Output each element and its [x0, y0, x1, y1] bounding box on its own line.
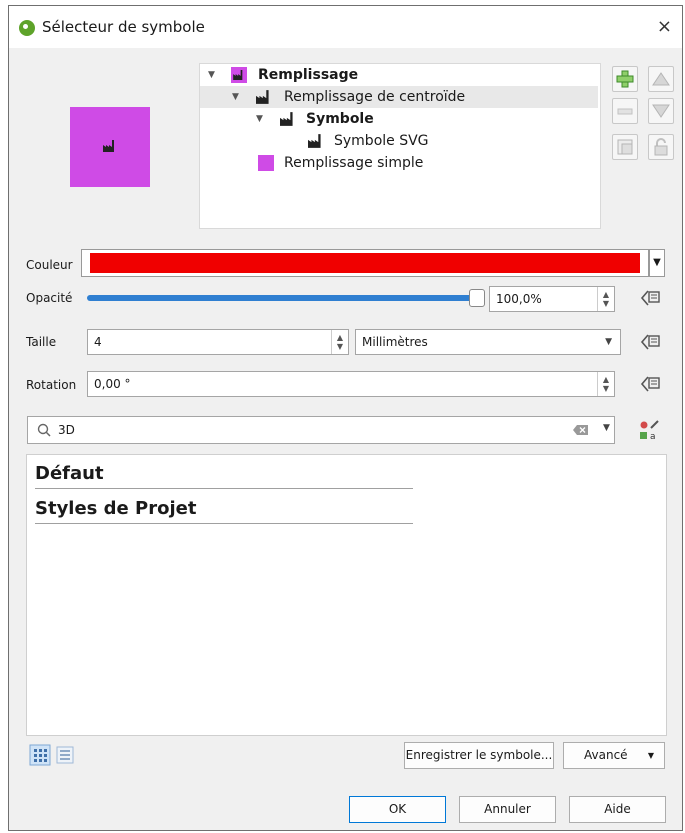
tree-item-label: Symbole: [306, 111, 374, 127]
symbol-search-input[interactable]: 3D ▼: [27, 416, 615, 444]
factory-icon: [103, 140, 114, 152]
color-swatch: [90, 253, 640, 273]
group-header-styles-projet[interactable]: Styles de Projet: [35, 498, 196, 519]
search-icon: [37, 423, 51, 437]
factory-swatch-icon: [231, 67, 247, 83]
expand-caret-icon[interactable]: ▼: [232, 86, 239, 108]
tree-item-remplissage-centroide[interactable]: ▼ Remplissage de centroïde: [200, 86, 598, 108]
tree-item-label: Symbole SVG: [334, 133, 429, 149]
rotation-spinbox[interactable]: 0,00 ° ▲ ▼: [87, 371, 615, 397]
chevron-down-icon: ▼: [647, 751, 654, 760]
color-dropdown-button[interactable]: ▼: [649, 249, 665, 277]
icon-view-icon[interactable]: [29, 744, 51, 766]
factory-icon: [256, 90, 269, 104]
expand-caret-icon[interactable]: ▼: [256, 108, 263, 130]
unit-select[interactable]: Millimètres ▼: [355, 329, 621, 355]
lock-layer-button[interactable]: [648, 134, 674, 160]
group-divider: [35, 523, 413, 524]
chevron-down-icon[interactable]: ▼: [603, 423, 610, 433]
tree-item-remplissage-simple[interactable]: Remplissage simple: [200, 152, 598, 174]
data-defined-override-icon[interactable]: [639, 375, 661, 393]
unit-value: Millimètres: [362, 335, 428, 349]
minus-icon: [617, 108, 633, 115]
chevron-down-icon: ▼: [605, 337, 612, 347]
advanced-menu-button[interactable]: Avancé ▼: [563, 742, 665, 769]
group-divider: [35, 488, 413, 489]
tree-item-label: Remplissage simple: [284, 155, 424, 171]
size-value: 4: [94, 335, 102, 349]
tree-item-symbole-svg[interactable]: Symbole SVG: [200, 130, 598, 152]
remove-layer-button[interactable]: [612, 98, 638, 124]
lock-icon: [654, 138, 668, 156]
window-title: Sélecteur de symbole: [42, 18, 205, 36]
factory-icon: [280, 112, 293, 126]
color-button[interactable]: [81, 249, 649, 277]
expand-caret-icon[interactable]: ▼: [208, 64, 215, 86]
opacity-label: Opacité: [26, 291, 73, 305]
tree-item-symbole[interactable]: ▼ Symbole: [200, 108, 598, 130]
data-defined-override-icon[interactable]: [639, 289, 661, 307]
swatch-icon: [258, 155, 274, 171]
color-label: Couleur: [26, 258, 73, 272]
duplicate-icon: [617, 139, 633, 155]
rotation-label: Rotation: [26, 378, 77, 392]
plus-icon: [616, 70, 634, 88]
tree-item-label: Remplissage: [258, 67, 359, 83]
symbol-preview: [70, 107, 150, 187]
opacity-spinbox[interactable]: 100,0% ▲ ▼: [489, 286, 615, 312]
factory-icon: [308, 134, 321, 148]
symbol-selector-dialog: Sélecteur de symbole × ▼ Remplissage ▼ R…: [8, 5, 683, 831]
clear-icon[interactable]: [573, 424, 589, 436]
spin-arrows-icon[interactable]: ▲ ▼: [331, 330, 348, 354]
help-button[interactable]: Aide: [569, 796, 666, 823]
data-defined-override-icon[interactable]: [639, 333, 661, 351]
opacity-value: 100,0%: [496, 292, 542, 306]
spin-arrows-icon[interactable]: ▲ ▼: [597, 372, 614, 396]
rotation-value: 0,00 °: [94, 377, 131, 391]
style-manager-icon[interactable]: a: [637, 418, 661, 442]
tree-item-label: Remplissage de centroïde: [284, 89, 466, 105]
advanced-label: Avancé: [584, 748, 628, 762]
symbol-layer-tree: ▼ Remplissage ▼ Remplissage de centroïde…: [199, 63, 601, 229]
tree-item-remplissage[interactable]: ▼ Remplissage: [200, 64, 598, 86]
size-spinbox[interactable]: 4 ▲ ▼: [87, 329, 349, 355]
ok-button[interactable]: OK: [349, 796, 446, 823]
move-down-button[interactable]: [648, 98, 674, 124]
search-value: 3D: [58, 423, 75, 437]
cancel-button[interactable]: Annuler: [459, 796, 556, 823]
add-layer-button[interactable]: [612, 66, 638, 92]
title-bar: Sélecteur de symbole ×: [9, 6, 682, 48]
size-label: Taille: [26, 335, 57, 349]
arrow-down-icon: [652, 104, 670, 118]
symbol-library-list[interactable]: Défaut Styles de Projet: [26, 454, 667, 736]
close-button[interactable]: ×: [657, 16, 672, 37]
save-symbol-button[interactable]: Enregistrer le symbole...: [404, 742, 554, 769]
move-up-button[interactable]: [648, 66, 674, 92]
opacity-slider-handle[interactable]: [469, 289, 485, 307]
opacity-slider[interactable]: [87, 295, 477, 301]
group-header-defaut[interactable]: Défaut: [35, 463, 104, 484]
spin-arrows-icon[interactable]: ▲ ▼: [597, 287, 614, 311]
arrow-up-icon: [652, 72, 670, 86]
list-view-icon[interactable]: [56, 746, 74, 764]
duplicate-layer-button[interactable]: [612, 134, 638, 160]
qgis-logo-icon: [19, 20, 35, 36]
svg-text:a: a: [650, 432, 656, 442]
